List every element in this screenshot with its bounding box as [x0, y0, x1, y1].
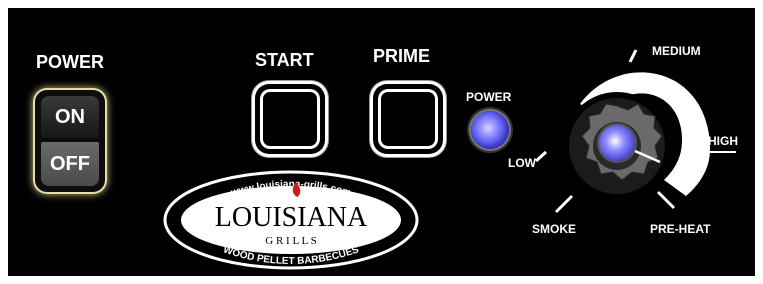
power-off-label: OFF: [50, 152, 90, 175]
prime-button[interactable]: [373, 84, 443, 154]
logo-subtitle: G R I L L S: [265, 235, 316, 247]
temperature-dial[interactable]: [500, 40, 755, 276]
start-button-label: START: [255, 50, 314, 70]
dial-label-smoke: SMOKE: [532, 222, 577, 236]
louisiana-grills-logo: www.louisiana-grills.com WOOD PELLET BAR…: [160, 170, 422, 276]
dial-label-preheat: PRE-HEAT: [650, 222, 711, 236]
start-button[interactable]: [255, 84, 325, 154]
power-switch-title: POWER: [36, 52, 105, 72]
power-on-label: ON: [55, 105, 85, 128]
dial-label-high: HIGH: [708, 134, 738, 148]
power-off-button[interactable]: OFF: [41, 142, 99, 186]
dial-label-medium: MEDIUM: [652, 44, 701, 58]
dial-label-low: LOW: [508, 156, 536, 170]
power-rocker-switch[interactable]: ON OFF: [35, 90, 105, 192]
logo-brand: LOUISIANA: [215, 202, 368, 233]
power-on-button[interactable]: ON: [41, 96, 99, 138]
prime-button-label: PRIME: [373, 46, 431, 66]
